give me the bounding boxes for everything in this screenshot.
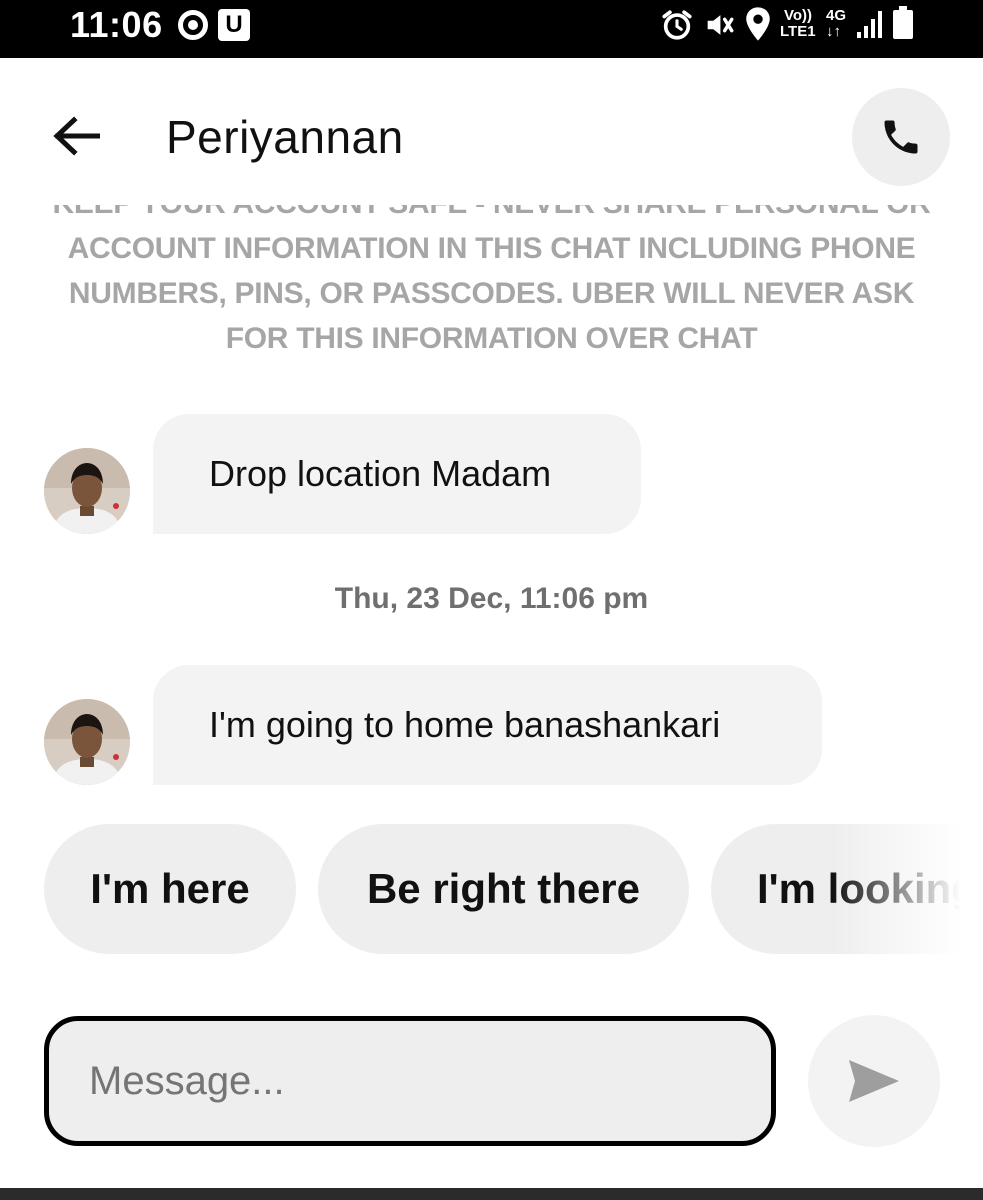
network-label: 4G [826,7,847,24]
quick-reply-label: I'm looking [757,865,977,912]
quick-replies: I'm here Be right there I'm looking [0,824,983,956]
vibrate-icon [707,15,734,35]
message-text: Drop location Madam [209,453,552,494]
battery-icon [893,6,913,39]
volte-label: Vo)) [784,7,813,24]
back-button[interactable] [48,108,104,164]
safety-notice: KEEP YOUR ACCOUNT SAFE - NEVER SHARE PER… [40,205,943,365]
message-row: Drop location Madam [0,414,983,536]
message-input[interactable] [44,1016,776,1146]
quick-reply-im-here[interactable]: I'm here [44,824,296,954]
chat-header: Periyannan [0,58,983,208]
status-time: 11:06 [70,4,163,45]
avatar [44,699,130,785]
message-row: I'm going to home banashankari [0,665,983,787]
send-icon [849,1060,899,1102]
lte-label: LTE1 [780,23,816,40]
call-button[interactable] [852,88,950,186]
network-arrows: ↓↑ [826,23,841,40]
send-button[interactable] [808,1015,940,1147]
quick-reply-label: I'm here [90,865,250,912]
location-icon [746,7,770,41]
quick-reply-im-looking[interactable]: I'm looking [711,824,983,954]
quick-reply-be-right-there[interactable]: Be right there [318,824,689,954]
status-bar: 11:06 U Vo)) LTE1 4G ↓↑ [0,0,983,58]
alarm-icon [662,10,692,40]
phone-icon [884,120,918,154]
quick-reply-label: Be right there [366,865,641,912]
arrow-left-icon [53,116,100,156]
avatar [44,448,130,534]
message-bubble: I'm going to home banashankari [153,665,822,785]
signal-icon [857,11,882,38]
message-text: I'm going to home banashankari [209,704,721,745]
date-stamp: Thu, 23 Dec, 11:06 pm [334,582,649,615]
record-icon [178,10,208,40]
contact-name: Periyannan [166,111,404,163]
message-bubble: Drop location Madam [153,414,641,534]
nav-bar-edge [0,1188,983,1200]
u-app-icon: U [218,9,250,41]
safety-notice-text: KEEP YOUR ACCOUNT SAFE - NEVER SHARE PER… [53,205,931,355]
